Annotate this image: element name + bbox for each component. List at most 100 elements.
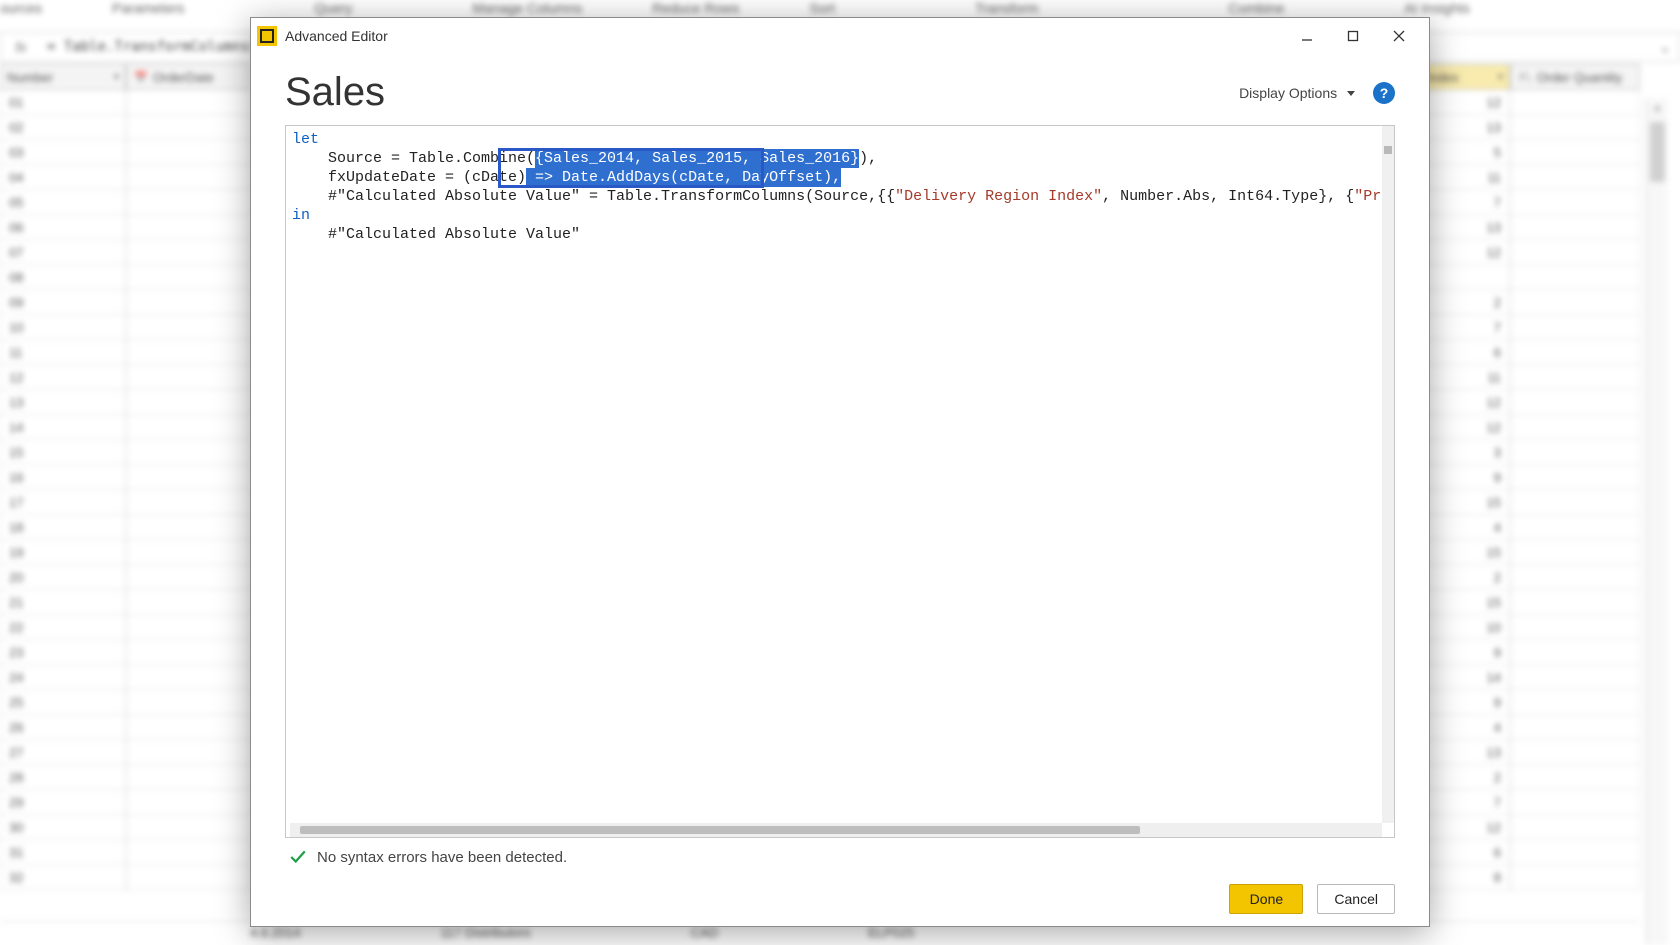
- order-quantity-cell[interactable]: [1510, 765, 1640, 790]
- order-quantity-cell[interactable]: [1510, 440, 1640, 465]
- orderdate-cell[interactable]: [126, 465, 250, 490]
- scroll-up-icon[interactable]: ˄: [1647, 98, 1668, 120]
- row-number-cell[interactable]: 22: [0, 615, 126, 640]
- dialog-titlebar[interactable]: Advanced Editor: [251, 18, 1429, 54]
- column-header-index[interactable]: Index ▾: [1420, 64, 1510, 90]
- row-number-cell[interactable]: 21: [0, 590, 126, 615]
- order-quantity-cell[interactable]: [1510, 290, 1640, 315]
- maximize-button[interactable]: [1331, 21, 1375, 51]
- close-button[interactable]: [1377, 21, 1421, 51]
- row-number-cell[interactable]: 28: [0, 765, 126, 790]
- order-quantity-cell[interactable]: [1510, 840, 1640, 865]
- orderdate-cell[interactable]: [126, 540, 250, 565]
- orderdate-cell[interactable]: [126, 340, 250, 365]
- orderdate-cell[interactable]: [126, 865, 250, 890]
- order-quantity-cell[interactable]: [1510, 115, 1640, 140]
- index-cell[interactable]: 9: [1420, 465, 1510, 490]
- index-cell[interactable]: 15: [1420, 490, 1510, 515]
- orderdate-cell[interactable]: [126, 315, 250, 340]
- orderdate-cell[interactable]: [126, 165, 250, 190]
- row-number-cell[interactable]: 29: [0, 790, 126, 815]
- orderdate-cell[interactable]: [126, 115, 250, 140]
- index-cell[interactable]: 11: [1420, 365, 1510, 390]
- order-quantity-cell[interactable]: [1510, 190, 1640, 215]
- orderdate-cell[interactable]: [126, 740, 250, 765]
- row-number-cell[interactable]: 09: [0, 290, 126, 315]
- order-quantity-cell[interactable]: [1510, 590, 1640, 615]
- order-quantity-cell[interactable]: [1510, 740, 1640, 765]
- index-cell[interactable]: 10: [1420, 615, 1510, 640]
- expand-formula-icon[interactable]: ⌄: [1651, 39, 1679, 56]
- order-quantity-cell[interactable]: [1510, 315, 1640, 340]
- order-quantity-cell[interactable]: [1510, 340, 1640, 365]
- scroll-thumb[interactable]: [1650, 122, 1665, 182]
- index-cell[interactable]: 14: [1420, 665, 1510, 690]
- order-quantity-cell[interactable]: [1510, 665, 1640, 690]
- orderdate-cell[interactable]: [126, 390, 250, 415]
- row-number-cell[interactable]: 04: [0, 165, 126, 190]
- orderdate-cell[interactable]: [126, 590, 250, 615]
- order-quantity-cell[interactable]: [1510, 615, 1640, 640]
- help-button[interactable]: ?: [1373, 82, 1395, 104]
- scroll-thumb[interactable]: [1384, 146, 1392, 154]
- row-number-cell[interactable]: 31: [0, 840, 126, 865]
- order-quantity-cell[interactable]: [1510, 565, 1640, 590]
- order-quantity-cell[interactable]: [1510, 240, 1640, 265]
- ribbon-item[interactable]: Combine: [1228, 0, 1284, 16]
- row-number-cell[interactable]: 18: [0, 515, 126, 540]
- index-cell[interactable]: 2: [1420, 565, 1510, 590]
- orderdate-cell[interactable]: [126, 515, 250, 540]
- index-cell[interactable]: 13: [1420, 740, 1510, 765]
- orderdate-cell[interactable]: [126, 190, 250, 215]
- row-number-cell[interactable]: 24: [0, 665, 126, 690]
- index-cell[interactable]: 6: [1420, 840, 1510, 865]
- ribbon-item[interactable]: Manage Columns: [473, 0, 583, 16]
- orderdate-cell[interactable]: [126, 440, 250, 465]
- ribbon-item[interactable]: Reduce Rows: [652, 0, 739, 16]
- orderdate-cell[interactable]: [126, 615, 250, 640]
- index-cell[interactable]: 6: [1420, 340, 1510, 365]
- order-quantity-cell[interactable]: [1510, 415, 1640, 440]
- index-cell[interactable]: 15: [1420, 540, 1510, 565]
- order-quantity-cell[interactable]: [1510, 515, 1640, 540]
- index-cell[interactable]: 15: [1420, 590, 1510, 615]
- orderdate-cell[interactable]: [126, 365, 250, 390]
- index-cell[interactable]: 7: [1420, 315, 1510, 340]
- row-number-cell[interactable]: 32: [0, 865, 126, 890]
- index-cell[interactable]: 12: [1420, 240, 1510, 265]
- index-cell[interactable]: 2: [1420, 290, 1510, 315]
- orderdate-cell[interactable]: [126, 790, 250, 815]
- row-number-cell[interactable]: 17: [0, 490, 126, 515]
- index-cell[interactable]: [1420, 265, 1510, 290]
- order-quantity-cell[interactable]: [1510, 790, 1640, 815]
- ribbon-item[interactable]: ources: [0, 0, 42, 16]
- index-cell[interactable]: 12: [1420, 390, 1510, 415]
- order-quantity-cell[interactable]: [1510, 165, 1640, 190]
- row-number-cell[interactable]: 19: [0, 540, 126, 565]
- row-number-cell[interactable]: 11: [0, 340, 126, 365]
- row-number-cell[interactable]: 25: [0, 690, 126, 715]
- row-number-cell[interactable]: 27: [0, 740, 126, 765]
- chevron-down-icon[interactable]: ▾: [1498, 72, 1503, 83]
- index-cell[interactable]: 5: [1420, 140, 1510, 165]
- order-quantity-cell[interactable]: [1510, 540, 1640, 565]
- row-number-cell[interactable]: 07: [0, 240, 126, 265]
- orderdate-cell[interactable]: [126, 715, 250, 740]
- ribbon-item[interactable]: Transform: [975, 0, 1038, 16]
- order-quantity-cell[interactable]: [1510, 215, 1640, 240]
- orderdate-cell[interactable]: [126, 840, 250, 865]
- row-number-cell[interactable]: 16: [0, 465, 126, 490]
- row-number-cell[interactable]: 06: [0, 215, 126, 240]
- orderdate-cell[interactable]: [126, 640, 250, 665]
- orderdate-cell[interactable]: [126, 490, 250, 515]
- orderdate-cell[interactable]: [126, 290, 250, 315]
- index-cell[interactable]: 7: [1420, 790, 1510, 815]
- row-number-cell[interactable]: 13: [0, 390, 126, 415]
- index-cell[interactable]: 4: [1420, 715, 1510, 740]
- row-number-cell[interactable]: 15: [0, 440, 126, 465]
- index-cell[interactable]: 11: [1420, 165, 1510, 190]
- column-header-order-quantity[interactable]: 1²₃ Order Quantity: [1510, 64, 1640, 90]
- index-cell[interactable]: 4: [1420, 515, 1510, 540]
- row-number-cell[interactable]: 26: [0, 715, 126, 740]
- order-quantity-cell[interactable]: [1510, 90, 1640, 115]
